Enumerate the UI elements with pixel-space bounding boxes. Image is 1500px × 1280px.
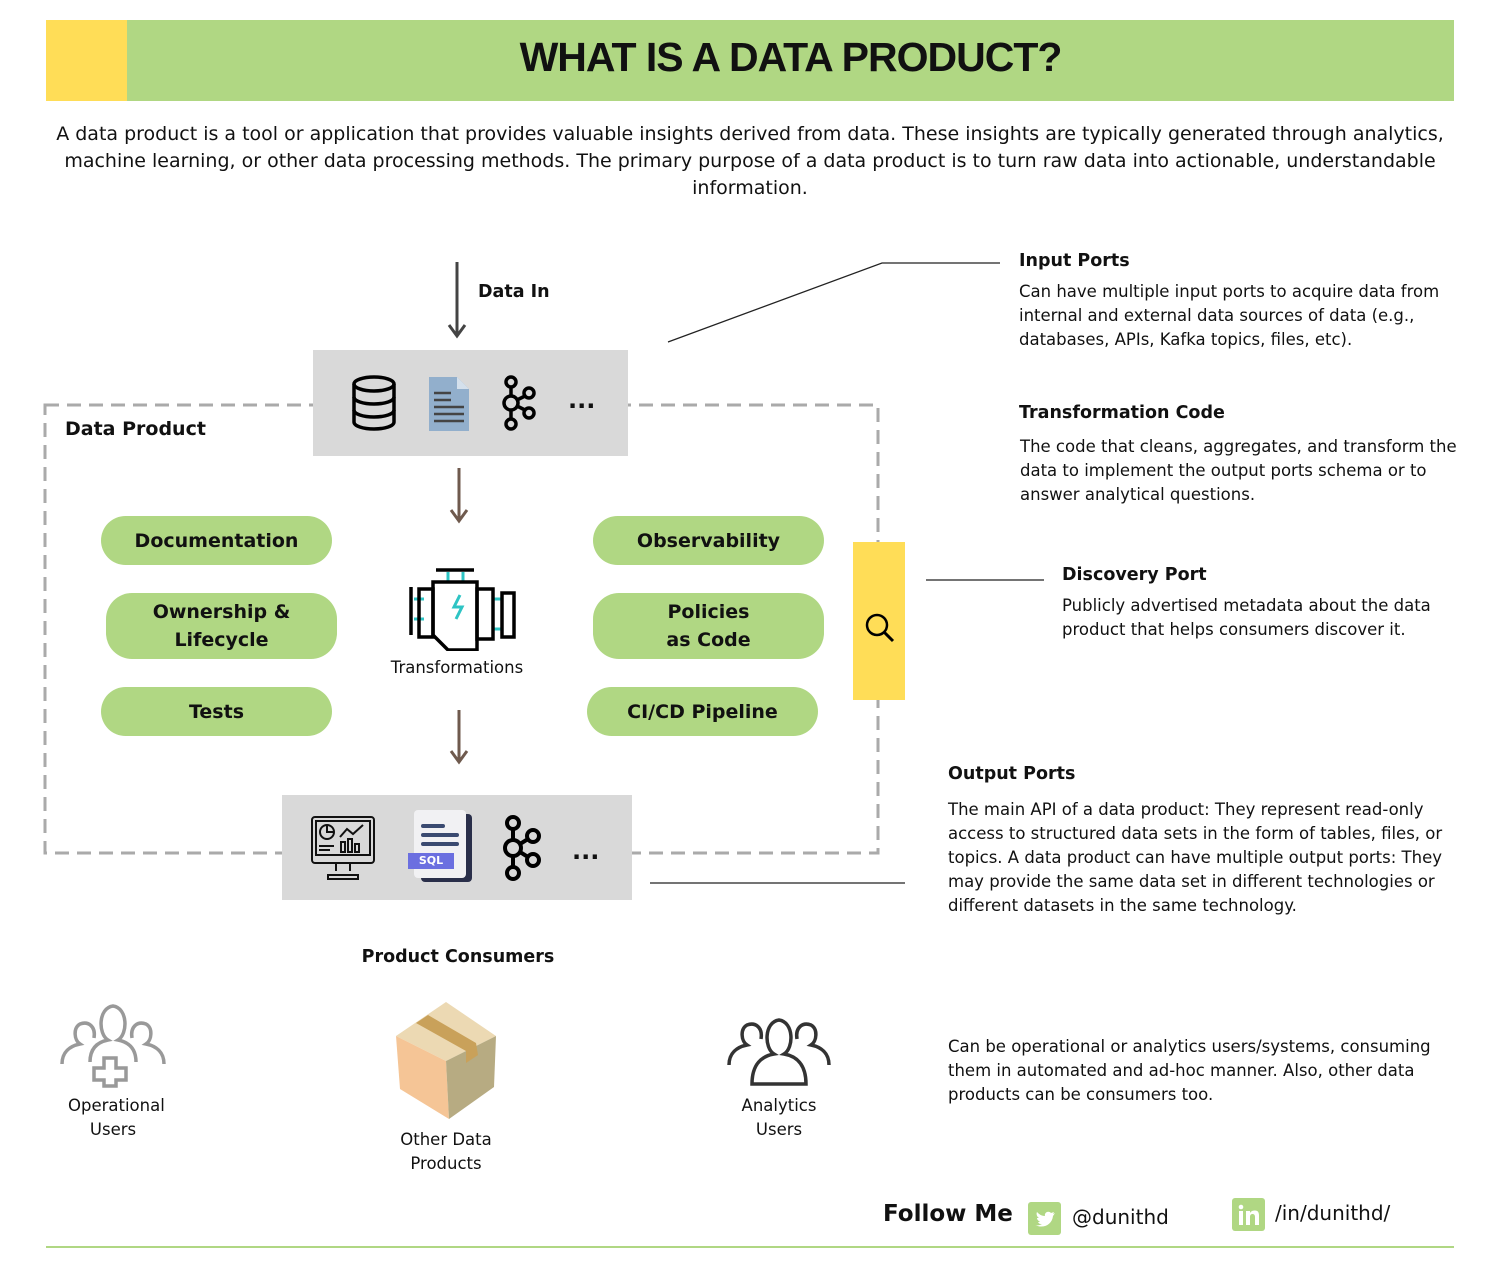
more-inputs-icon: ...: [568, 386, 596, 414]
kafka-icon: [502, 375, 536, 431]
operational-users-icon: [60, 1004, 166, 1088]
data-in-label: Data In: [478, 282, 550, 302]
discovery-port-body: Publicly advertised metadata about the d…: [1062, 596, 1431, 639]
transformation-code-title: Transformation Code: [1019, 403, 1225, 423]
product-consumers-heading: Product Consumers: [361, 947, 555, 967]
pill-cicd-pipeline: CI/CD Pipeline: [587, 687, 818, 736]
more-outputs-icon: ...: [572, 837, 600, 865]
kafka-icon: [503, 815, 541, 881]
linkedin-icon[interactable]: [1232, 1198, 1265, 1231]
database-icon: [352, 375, 396, 431]
discovery-port-bar: [853, 542, 905, 700]
output-ports-body: The main API of a data product: They rep…: [948, 800, 1443, 915]
pill-tests: Tests: [101, 687, 332, 736]
pill-observability: Observability: [593, 516, 824, 565]
linkedin-profile-link[interactable]: /in/dunithd/: [1275, 1201, 1390, 1225]
input-ports-box: ...: [313, 350, 628, 456]
input-ports-title: Input Ports: [1019, 251, 1130, 271]
sql-badge: SQL: [408, 853, 454, 869]
search-icon: [865, 613, 895, 643]
consumers-body: Can be operational or analytics users/sy…: [948, 1037, 1431, 1104]
arrow-to-transform: [449, 468, 469, 524]
pill-ownership-lifecycle: Ownership & Lifecycle: [106, 593, 337, 659]
twitter-handle-link[interactable]: @dunithd: [1072, 1205, 1169, 1229]
arrow-to-output: [449, 710, 469, 765]
box-package-icon: [396, 1002, 496, 1119]
data-product-label: Data Product: [63, 418, 208, 440]
transformation-code-body: The code that cleans, aggregates, and tr…: [1020, 437, 1457, 504]
discovery-port-title: Discovery Port: [1062, 565, 1207, 585]
file-icon: [429, 377, 469, 431]
other-data-products-label: Other Data Products: [400, 1130, 492, 1173]
output-ports-title: Output Ports: [948, 764, 1076, 784]
twitter-icon[interactable]: [1028, 1202, 1061, 1235]
operational-users-label: Operational Users: [68, 1096, 165, 1139]
data-in-arrow: [447, 262, 467, 339]
pill-documentation: Documentation: [101, 516, 332, 565]
pill-policies-as-code: Policies as Code: [593, 593, 824, 659]
input-ports-body: Can have multiple input ports to acquire…: [1019, 282, 1440, 349]
dashboard-monitor-icon: [311, 816, 375, 880]
analytics-users-icon: [727, 1018, 831, 1086]
transformations-label: Transformations: [390, 658, 524, 677]
output-ports-box: SQL ...: [282, 795, 632, 900]
engine-icon: [409, 568, 516, 651]
follow-me-label: Follow Me: [883, 1201, 1013, 1227]
analytics-users-label: Analytics Users: [741, 1096, 817, 1139]
input-ports-leader: [667, 262, 1000, 343]
